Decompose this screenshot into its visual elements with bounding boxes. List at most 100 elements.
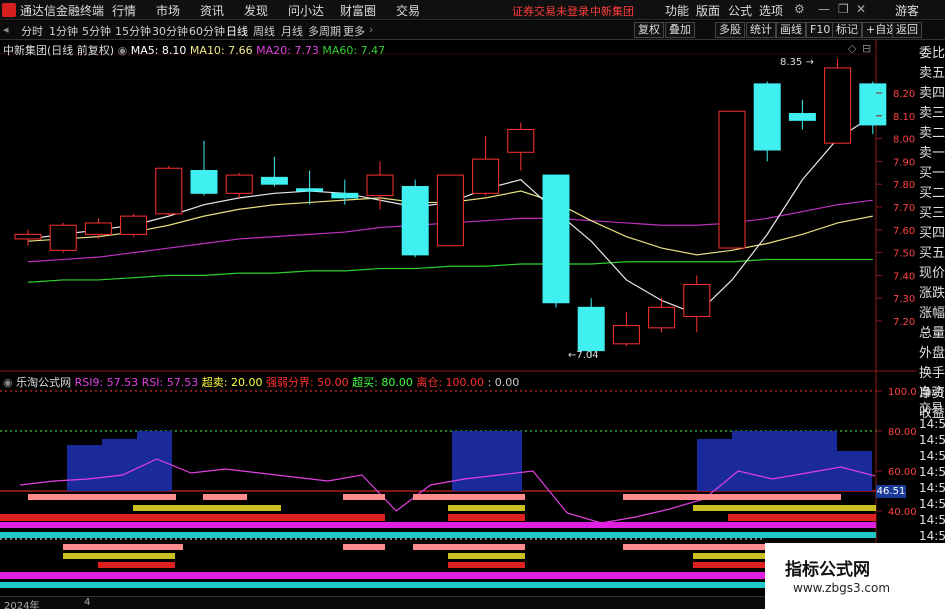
candlesticks [14,58,887,358]
quote-field-8[interactable]: 买三 [917,204,945,224]
tab-monthly[interactable]: 月线 [281,23,303,39]
signal-bar-13 [63,544,183,550]
price-tick-label-5: 7.70 [893,203,915,214]
price-tick-label-6: 7.60 [893,226,915,237]
stock-title: 中新集团(日线 前复权) [3,44,115,57]
quote-field-7[interactable]: 买二 [917,184,945,204]
btn-diejia[interactable]: 叠加 [665,22,695,38]
quote-field-16[interactable]: 换手 [917,364,945,384]
btn-back[interactable]: 返回 [892,22,922,38]
menu-jiaoyi[interactable]: 交易 [396,2,420,19]
watermark: 指标公式网 www.zbgs3.com [765,543,945,609]
quote-field-2[interactable]: 卖四 [917,84,945,104]
candle-body-6 [225,174,253,194]
collapse-icon[interactable]: ⊟ [862,42,871,55]
quote-field-11[interactable]: 现价 [917,264,945,284]
menu-banmian[interactable]: 版面 [696,2,720,19]
price-tick-label-8: 7.40 [893,271,915,282]
tab-fenshi[interactable]: 分时 [21,23,43,39]
candle-body-8 [296,188,324,192]
rsi9-label: RSI9: 57.53 [74,376,139,389]
quote-field-15[interactable]: 外盘 [917,344,945,364]
btn-biaoji[interactable]: 标记 [832,22,862,38]
quote-field-5[interactable]: 卖一 [917,144,945,164]
rsi-zone-2 [137,431,172,491]
app-name: 通达信金融终端 [20,4,105,18]
candle-body-13 [472,158,500,194]
btn-tongji[interactable]: 统计 [746,22,776,38]
more-chevron-icon[interactable]: › [369,23,373,36]
time-field-5[interactable]: 14:56 [917,464,945,480]
menu-hangqing[interactable]: 行情 [112,2,136,19]
rsi-tick-label-2: 60.00 [888,467,917,478]
time-field-9[interactable]: 14:56 [917,528,945,544]
chart-canvas[interactable]: 8.20 8.10 8.00 7.90 7.80 7.70 7.60 7.50 7.40 7.30… [0,40,917,609]
left-arrow-icon[interactable]: ◂ [3,23,9,36]
btn-duogu[interactable]: 多股 [715,22,745,38]
tab-60min[interactable]: 60分钟 [189,23,225,39]
indicator-title: 乐淘公式网 [16,376,72,389]
menu-gongshi[interactable]: 公式 [728,2,752,19]
quote-field-3[interactable]: 卖三 [917,104,945,124]
quote-field-6[interactable]: 买一 [917,164,945,184]
time-field-8[interactable]: 14:56 [917,512,945,528]
indicator-toggle-icon[interactable]: ◉ [3,376,13,389]
quote-field-12[interactable]: 涨跌 [917,284,945,304]
menu-caifuquan[interactable]: 财富圈 [340,2,376,19]
menu-faxian[interactable]: 发现 [244,2,268,19]
tab-more[interactable]: 更多 [343,23,365,39]
diamond-icon[interactable]: ◇ [848,42,856,55]
time-field-0[interactable]: 自动 [917,384,945,400]
signal-bar-2 [343,494,385,500]
signal-bar-23 [0,572,765,579]
time-field-2[interactable]: 14:56 [917,416,945,432]
quote-field-10[interactable]: 买五 [917,244,945,264]
guest-label[interactable]: 游客 [895,2,919,19]
zero-label: : 0.00 [487,376,520,389]
quote-field-14[interactable]: 总量 [917,324,945,344]
tab-30min[interactable]: 30分钟 [152,23,188,39]
candle-body-18 [648,306,676,329]
time-field-3[interactable]: 14:56 [917,432,945,448]
menu-xuanxiang[interactable]: 选项 [759,2,783,19]
settings-icon[interactable]: ⚙ [794,2,805,16]
tab-5min[interactable]: 5分钟 [82,23,111,39]
quote-field-4[interactable]: 卖二 [917,124,945,144]
rsi-zone-4 [697,439,732,491]
minimize-icon[interactable]: — [818,2,830,16]
time-field-4[interactable]: 14:56 [917,448,945,464]
time-field-1[interactable]: 交易 [917,400,945,416]
tab-daily[interactable]: 日线 [226,23,248,39]
login-notice[interactable]: 证券交易未登录 [512,3,589,19]
signal-bar-8 [0,514,385,521]
rsi-current-value: 46.51 [876,485,906,498]
menu-zixun[interactable]: 资讯 [200,2,224,19]
dropdown-circle-icon[interactable]: ◉ [118,44,128,57]
quote-field-9[interactable]: 买四 [917,224,945,244]
quote-field-13[interactable]: 涨幅 [917,304,945,324]
time-field-6[interactable]: 14:56 [917,480,945,496]
tab-multi-period[interactable]: 多周期 [308,23,341,39]
time-field-7[interactable]: 14:56 [917,496,945,512]
candle-body-12 [436,174,464,247]
quote-field-0[interactable]: 委比 [917,44,945,64]
tab-15min[interactable]: 15分钟 [115,23,151,39]
tab-1min[interactable]: 1分钟 [49,23,78,39]
btn-huaxian[interactable]: 画线 [776,22,806,38]
rsi-zone-3 [452,431,522,491]
signal-bar-14 [343,544,385,550]
close-icon[interactable]: ✕ [856,2,866,16]
tab-weekly[interactable]: 周线 [253,23,275,39]
menu-wenxiaoda[interactable]: 问小达 [288,2,324,19]
candle-body-19 [683,284,711,317]
quote-field-1[interactable]: 卖五 [917,64,945,84]
price-tick-label-3: 7.90 [893,157,915,168]
btn-fuquan[interactable]: 复权 [634,22,664,38]
watermark-url: www.zbgs3.com [793,581,891,595]
watermark-title: 指标公式网 [785,560,870,580]
menu-shichang[interactable]: 市场 [156,2,180,19]
btn-f10[interactable]: F10 [806,22,835,38]
candle-body-2 [84,222,112,235]
restore-icon[interactable]: ❐ [838,2,849,16]
menu-gongneng[interactable]: 功能 [665,2,689,19]
